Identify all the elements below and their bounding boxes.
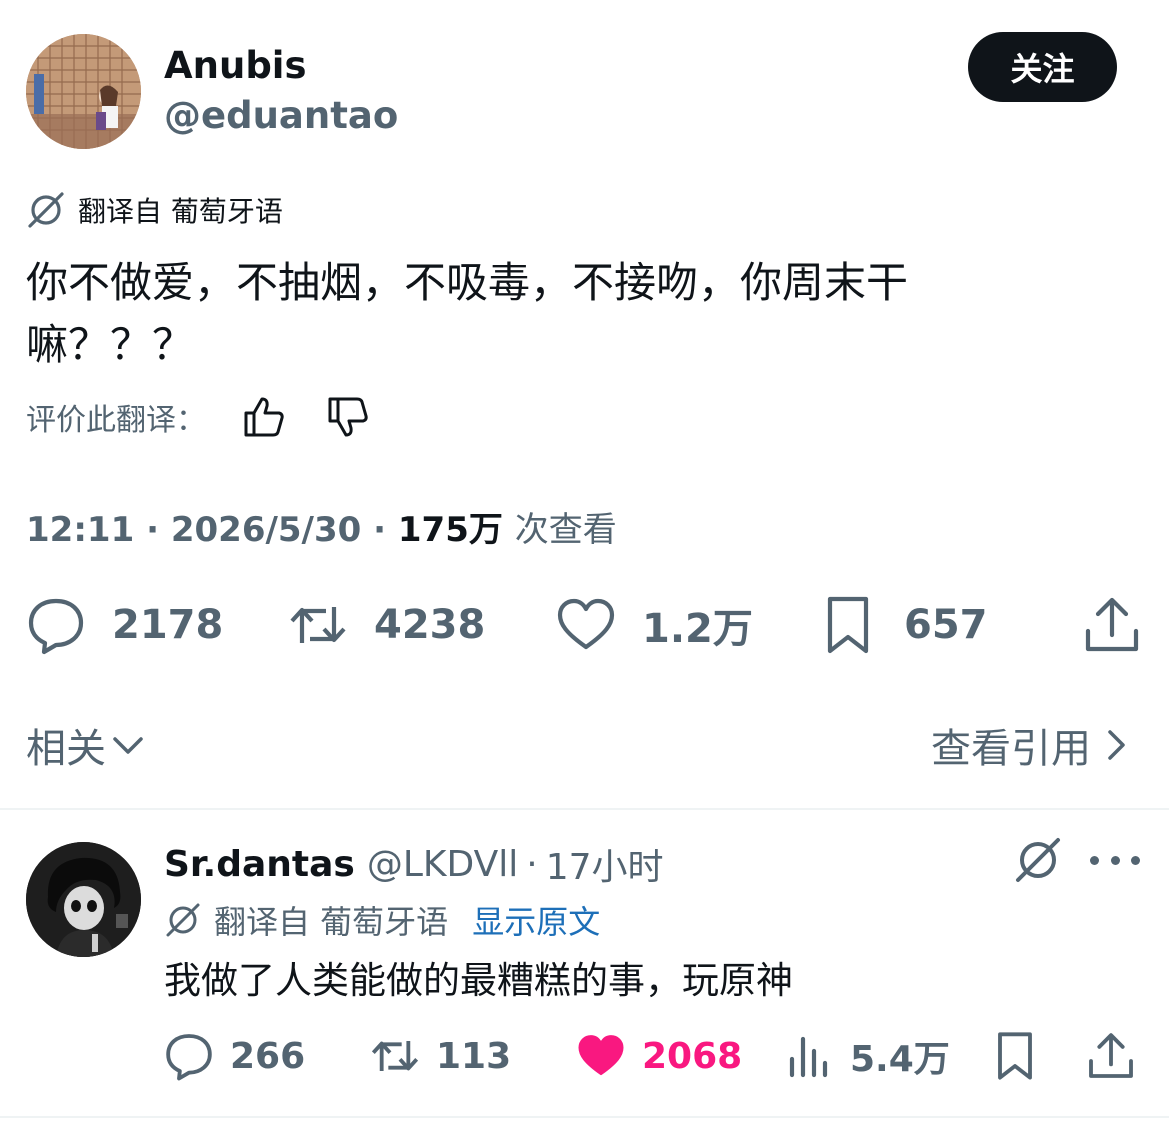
more-icon: [1110, 855, 1120, 865]
tweet-text-line: 嘛？？？: [26, 320, 195, 369]
translated-from-label: 翻译自 葡萄牙语: [78, 195, 283, 228]
related-toggle[interactable]: 相关: [26, 716, 146, 774]
globe-slash-icon: [28, 192, 64, 228]
translation-notice: 翻译自 葡萄牙语: [26, 190, 283, 230]
avatar-image: [26, 34, 141, 149]
retweet-count: 113: [436, 1035, 512, 1077]
globe-slash-icon[interactable]: [1012, 834, 1064, 886]
heart-icon: [557, 598, 615, 650]
retweet-button[interactable]: 113: [370, 1028, 511, 1084]
tweet-meta: 12:11 · 2026/5/30 · 175万 次查看: [26, 502, 617, 551]
like-count: 2068: [642, 1035, 743, 1077]
heart-icon: [578, 1035, 624, 1076]
reply-button[interactable]: 2178: [26, 590, 223, 660]
chevron-right-icon: [1108, 730, 1125, 760]
views-label: 次查看: [514, 510, 617, 550]
bookmark-button[interactable]: [990, 1028, 1040, 1084]
reply-actions: 266 113 2068 5.4万: [164, 1028, 1144, 1084]
like-button[interactable]: 1.2万: [556, 590, 753, 660]
reply-count: 266: [230, 1035, 306, 1077]
views-icon: [789, 1036, 828, 1078]
tweet-text: 你不做爱，不抽烟，不吸毒，不接吻，你周末干 嘛？？？: [26, 252, 1026, 376]
share-button[interactable]: [1082, 590, 1142, 660]
follow-button[interactable]: 关注: [968, 32, 1117, 102]
view-quotes-label: 查看引用: [931, 726, 1091, 772]
share-icon: [1085, 597, 1139, 652]
separator-dot: ·: [146, 510, 159, 550]
reply-author-name[interactable]: Sr.dantas: [164, 844, 355, 885]
reply-header: Sr.dantas @LKDVll · 17小时: [164, 838, 664, 890]
tweet-date[interactable]: 2026/5/30: [171, 510, 361, 550]
reply-time[interactable]: 17小时: [546, 838, 664, 890]
more-icon: [1131, 855, 1140, 865]
more-icon: [1090, 855, 1099, 865]
show-original-link[interactable]: 显示原文: [472, 897, 600, 943]
chevron-down-icon: [113, 737, 143, 754]
share-button[interactable]: [1086, 1028, 1136, 1084]
rate-translation-label: 评价此翻译：: [26, 403, 206, 438]
reply-button[interactable]: 266: [164, 1028, 305, 1084]
view-quotes-link[interactable]: 查看引用: [931, 716, 1133, 774]
more-options-button[interactable]: [1090, 838, 1140, 882]
reply-icon: [28, 598, 84, 655]
author-display-name[interactable]: Anubis: [164, 44, 307, 87]
author-avatar[interactable]: [26, 34, 141, 149]
reply-icon: [166, 1034, 212, 1081]
reply-count: 2178: [112, 602, 224, 648]
thumbs-down-icon[interactable]: [324, 393, 372, 441]
separator-dot: ·: [526, 843, 538, 885]
views-count: 175万: [397, 510, 503, 550]
reply-translation-notice: 翻译自 葡萄牙语 显示原文: [164, 898, 600, 942]
tweet-actions: 2178 4238 1.2万 657: [26, 590, 1146, 660]
retweet-icon: [290, 607, 346, 643]
globe-slash-icon: [166, 903, 200, 937]
divider: [0, 808, 1169, 810]
like-button[interactable]: 2068: [576, 1028, 742, 1084]
reply-author-avatar[interactable]: [26, 842, 141, 957]
views-count: 5.4万: [850, 1039, 950, 1080]
retweet-count: 4238: [374, 602, 486, 648]
bookmark-button[interactable]: 657: [818, 590, 988, 660]
bookmark-icon: [827, 596, 869, 654]
related-label: 相关: [26, 726, 106, 772]
views-button[interactable]: 5.4万: [784, 1028, 950, 1084]
retweet-icon: [371, 1041, 419, 1071]
bookmark-icon: [998, 1032, 1032, 1080]
like-count: 1.2万: [642, 606, 753, 652]
thumbs-up-icon[interactable]: [240, 393, 288, 441]
separator-dot: ·: [373, 510, 387, 550]
tweet-text-line: 你不做爱，不抽烟，不吸毒，不接吻，你周末干: [26, 258, 909, 307]
tweet-time[interactable]: 12:11: [26, 510, 134, 550]
avatar-image: [26, 842, 141, 957]
divider: [0, 1116, 1169, 1118]
share-icon: [1089, 1033, 1133, 1078]
author-handle[interactable]: @eduantao: [164, 94, 398, 137]
retweet-button[interactable]: 4238: [288, 590, 485, 660]
rate-translation: 评价此翻译：: [26, 393, 408, 441]
bookmark-count: 657: [904, 602, 988, 648]
reply-text: 我做了人类能做的最糟糕的事，玩原神: [164, 959, 793, 1002]
reply-author-handle[interactable]: @LKDVll: [367, 844, 518, 885]
translated-from-label: 翻译自 葡萄牙语: [214, 903, 449, 941]
